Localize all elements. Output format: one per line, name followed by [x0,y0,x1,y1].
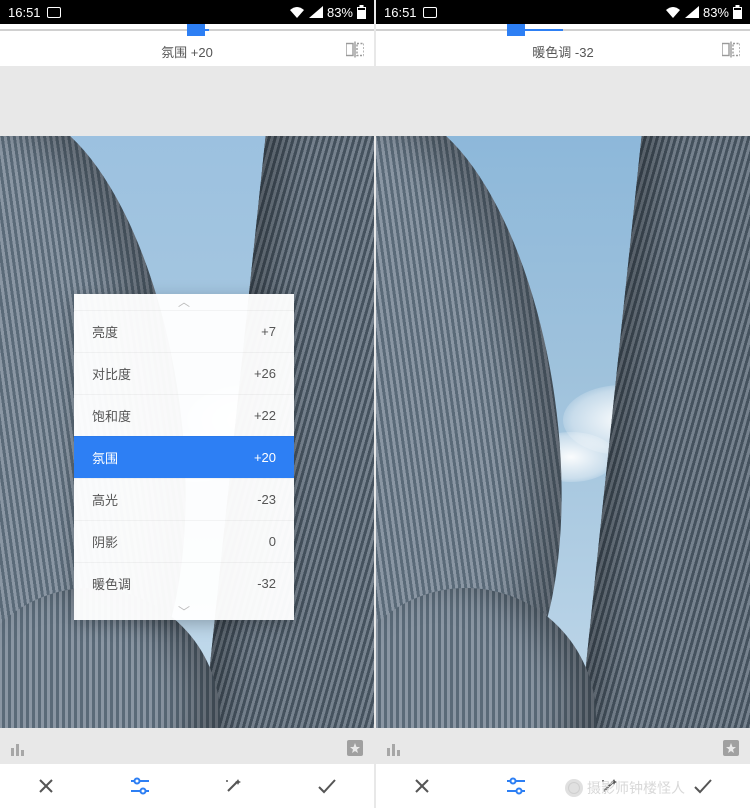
popup-row-highlights[interactable]: 高光 -23 [74,478,294,520]
popup-row-value: +22 [254,408,276,423]
wifi-icon [665,6,681,18]
histogram-icon[interactable] [386,740,406,761]
adjust-popup[interactable]: ︿ 亮度 +7 对比度 +26 饱和度 +22 氛围 +20 [74,294,294,620]
popup-row-value: +7 [261,324,276,339]
popup-row-value: 0 [269,534,276,549]
apply-button[interactable] [692,776,714,796]
popup-row-warmth[interactable]: 暖色调 -32 [74,562,294,604]
compare-icon[interactable] [722,42,740,61]
popup-row-value: -32 [257,576,276,591]
popup-row-label: 高光 [92,490,118,509]
popup-row-label: 暖色调 [92,574,131,593]
slider-thumb[interactable] [507,24,525,36]
popup-row-ambiance[interactable]: 氛围 +20 [74,436,294,478]
close-button[interactable] [412,776,432,796]
histogram-icon[interactable] [10,740,30,761]
param-label: 暖色调 -32 [532,42,593,61]
popup-row-saturation[interactable]: 饱和度 +22 [74,394,294,436]
apply-button[interactable] [316,776,338,796]
chevron-up-icon[interactable]: ︿ [74,294,294,310]
close-button[interactable] [36,776,56,796]
param-bar: 氛围 +20 [0,36,374,66]
popup-row-label: 对比度 [92,364,131,383]
bottom-toolbar [0,764,374,808]
status-bar: 16:51 83% [376,0,750,24]
popup-row-shadows[interactable]: 阴影 0 [74,520,294,562]
bookmark-icon[interactable] [722,739,740,762]
battery-percent: 83% [327,5,353,20]
popup-row-value: +26 [254,366,276,381]
screen-right: 16:51 83% 暖色调 -32 [376,0,750,808]
popup-row-value: +20 [254,450,276,465]
param-label: 氛围 +20 [161,42,213,61]
bottom-toolbar [376,764,750,808]
compare-icon[interactable] [346,42,364,61]
popup-row-value: -23 [257,492,276,507]
popup-row-brightness[interactable]: 亮度 +7 [74,310,294,352]
magic-button[interactable] [599,776,619,796]
battery-percent: 83% [703,5,729,20]
status-time: 16:51 [384,5,417,20]
slider-thumb[interactable] [187,24,205,36]
battery-icon [733,5,742,19]
popup-row-label: 饱和度 [92,406,131,425]
cellular-icon [685,6,699,18]
screen-left: 16:51 83% 氛围 +20 [0,0,374,808]
edit-canvas[interactable] [376,66,750,808]
popup-row-label: 氛围 [92,448,118,467]
status-bar: 16:51 83% [0,0,374,24]
chevron-down-icon[interactable]: ﹀ [74,604,294,620]
battery-icon [357,5,366,19]
wifi-icon [289,6,305,18]
popup-row-label: 阴影 [92,532,118,551]
adjustment-slider[interactable] [376,24,750,36]
edited-photo [376,136,750,728]
adjustment-slider[interactable] [0,24,374,36]
magic-button[interactable] [223,776,243,796]
param-bar: 暖色调 -32 [376,36,750,66]
popup-row-label: 亮度 [92,322,118,341]
edit-canvas[interactable]: ︿ 亮度 +7 对比度 +26 饱和度 +22 氛围 +20 [0,66,374,808]
picture-icon [423,7,437,18]
picture-icon [47,7,61,18]
status-time: 16:51 [8,5,41,20]
tune-button[interactable] [129,776,151,796]
tune-button[interactable] [505,776,527,796]
popup-row-contrast[interactable]: 对比度 +26 [74,352,294,394]
bookmark-icon[interactable] [346,739,364,762]
cellular-icon [309,6,323,18]
